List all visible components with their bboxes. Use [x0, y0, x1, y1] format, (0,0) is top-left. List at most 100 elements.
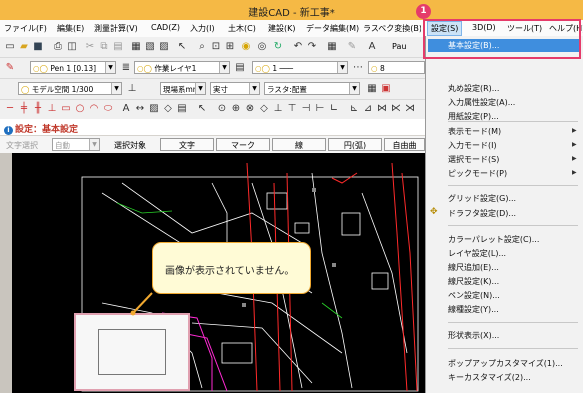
undo-icon[interactable]: ↶ [292, 41, 304, 53]
unit-combo[interactable]: 現場系mm ▼ [160, 82, 206, 95]
tool-b-icon[interactable]: ▧ [144, 41, 156, 53]
light-bulb-icon[interactable]: ◉ [240, 41, 252, 53]
layer-combo-arrow-icon[interactable]: ▼ [219, 62, 229, 73]
circle-button[interactable]: 円(弧) [328, 138, 382, 151]
rect-tool-icon[interactable]: ▭ [60, 103, 72, 115]
ellipse-tool-icon[interactable]: ⬭ [102, 103, 114, 115]
open-folder-icon[interactable]: ▰ [18, 41, 30, 53]
text-tool-b-icon[interactable]: A [120, 103, 132, 115]
snap-h-icon[interactable]: ⊢ [314, 103, 326, 115]
snap-f-icon[interactable]: ⊤ [286, 103, 298, 115]
unit-combo-arrow-icon[interactable]: ▼ [195, 83, 205, 94]
text-tool-icon[interactable]: A [366, 41, 378, 53]
grid-icon[interactable]: ▦ [326, 41, 338, 53]
zoom-all-icon[interactable]: ⊞ [224, 41, 236, 53]
print-icon[interactable]: ⎙ [52, 41, 64, 53]
redo-icon[interactable]: ↷ [306, 41, 318, 53]
line-tool-icon[interactable]: ─ [4, 103, 16, 115]
menu-item-line-scale-add[interactable]: 線尺追加(E)... [448, 262, 499, 273]
snap-d-icon[interactable]: ◇ [258, 103, 270, 115]
menu-item-grid[interactable]: グリッド設定(G)... [448, 193, 516, 204]
raster-combo[interactable]: ラスタ:配置 ▼ [264, 82, 360, 95]
snap-b-icon[interactable]: ⊕ [230, 103, 242, 115]
menu-file[interactable]: ファイル(F) [4, 23, 47, 34]
snap-n-icon[interactable]: ⋊ [404, 103, 416, 115]
layer-list-icon[interactable]: ▤ [234, 62, 246, 74]
menu-item-display-mode[interactable]: 表示モード(M) [448, 126, 501, 137]
auto-combo[interactable]: 自動 ▼ [52, 138, 100, 151]
symbol-tool-icon[interactable]: ◇ [162, 103, 174, 115]
linetype-combo[interactable]: ○◯ 1 ─── ▼ [252, 61, 348, 74]
menu-civil[interactable]: 土木(C) [228, 23, 256, 34]
select-pointer-icon[interactable]: ↖ [196, 103, 208, 115]
pen-tool-icon[interactable]: ✎ [346, 41, 358, 53]
snap-i-icon[interactable]: ∟ [328, 103, 340, 115]
tool-a-icon[interactable]: ▦ [130, 41, 142, 53]
scale-icon[interactable]: ⊥ [126, 83, 138, 95]
menu-item-rounding[interactable]: 丸め設定(R)... [448, 83, 499, 94]
snap-g-icon[interactable]: ⊣ [300, 103, 312, 115]
menu-item-input-mode[interactable]: 入力モード(I) [448, 140, 497, 151]
snap-k-icon[interactable]: ⊿ [362, 103, 374, 115]
menu-item-select-mode[interactable]: 選択モード(S) [448, 154, 499, 165]
parallel-line-icon[interactable]: ╪ [18, 103, 30, 115]
space-combo[interactable]: ◯ モデル空間 1/300 ▼ [18, 82, 122, 95]
scale-combo-arrow-icon[interactable]: ▼ [249, 83, 259, 94]
refresh-icon[interactable]: ↻ [272, 41, 284, 53]
zoom-window-icon[interactable]: ⊡ [210, 41, 222, 53]
arc-tool-icon[interactable]: ◠ [88, 103, 100, 115]
print-preview-icon[interactable]: ◫ [66, 41, 78, 53]
menu-item-key-customize[interactable]: キーカスタマイズ(2)... [448, 372, 531, 383]
free-curve-button[interactable]: 自由曲 [384, 138, 425, 151]
line-button[interactable]: 線 [272, 138, 326, 151]
pen-combo-arrow-icon[interactable]: ▼ [105, 62, 115, 73]
menu-item-layer[interactable]: レイヤ設定(L)... [448, 248, 506, 259]
help-pointer-icon[interactable]: ↖ [176, 41, 188, 53]
layer-icon[interactable]: ≣ [120, 62, 132, 74]
offset-line-icon[interactable]: ╫ [32, 103, 44, 115]
dimension-tool-icon[interactable]: ↔ [134, 103, 146, 115]
menu-item-popup-customize[interactable]: ポップアップカスタマイズ(1)... [448, 358, 563, 369]
pen-combo[interactable]: ○◯ Pen 1 [0.13] ▼ [30, 61, 116, 74]
raster-tool-b-icon[interactable]: ▣ [380, 83, 392, 95]
mark-button[interactable]: マーク [216, 138, 270, 151]
snap-c-icon[interactable]: ⊗ [244, 103, 256, 115]
linetype-combo-arrow-icon[interactable]: ▼ [337, 62, 347, 73]
menu-item-line-scale[interactable]: 線尺設定(K)... [448, 276, 499, 287]
number-combo[interactable]: ○ 8 [368, 61, 425, 74]
snap-l-icon[interactable]: ⋈ [376, 103, 388, 115]
raster-tool-icon[interactable]: ▦ [366, 83, 378, 95]
scale-combo[interactable]: 実寸 ▼ [210, 82, 260, 95]
circle-tool-icon[interactable]: ○ [74, 103, 86, 115]
tool-c-icon[interactable]: ▨ [158, 41, 170, 53]
snap-m-icon[interactable]: ⋉ [390, 103, 402, 115]
menu-item-pick-mode[interactable]: ピックモード(P) [448, 168, 507, 179]
polyline-icon[interactable]: ⊥ [46, 103, 58, 115]
raster-combo-arrow-icon[interactable]: ▼ [349, 83, 359, 94]
text-button[interactable]: 文字 [160, 138, 214, 151]
menu-item-linetype[interactable]: 線種設定(Y)... [448, 304, 499, 315]
save-icon[interactable]: ■ [32, 41, 44, 53]
menu-cad[interactable]: CAD(Z) [151, 23, 180, 32]
snap-a-icon[interactable]: ⊙ [216, 103, 228, 115]
menu-item-color-palette[interactable]: カラーパレット設定(C)... [448, 234, 539, 245]
line-style-icon[interactable]: ⋯ [352, 62, 364, 74]
menu-construction[interactable]: 建設(K) [268, 23, 296, 34]
block-tool-icon[interactable]: ▤ [176, 103, 188, 115]
copy-icon[interactable]: ⧉ [98, 41, 110, 53]
space-combo-arrow-icon[interactable]: ▼ [111, 83, 121, 94]
layer-combo[interactable]: ○◯ 作業レイヤ1 ▼ [134, 61, 230, 74]
menu-input[interactable]: 入力(I) [190, 23, 215, 34]
menu-raster-vector[interactable]: ラスベク変換(B) [363, 23, 421, 34]
menu-data-edit[interactable]: データ編集(M) [306, 23, 359, 34]
pen-color-icon[interactable]: ✎ [4, 62, 16, 74]
snap-e-icon[interactable]: ⊥ [272, 103, 284, 115]
menu-item-pen[interactable]: ペン設定(N)... [448, 290, 500, 301]
snap-j-icon[interactable]: ⊾ [348, 103, 360, 115]
auto-combo-arrow-icon[interactable]: ▼ [89, 139, 99, 150]
paste-icon[interactable]: ▤ [112, 41, 124, 53]
menu-edit[interactable]: 編集(E) [57, 23, 84, 34]
eye-icon[interactable]: ◎ [256, 41, 268, 53]
hatch-tool-icon[interactable]: ▨ [148, 103, 160, 115]
menu-item-shape-display[interactable]: 形状表示(X)... [448, 330, 499, 341]
